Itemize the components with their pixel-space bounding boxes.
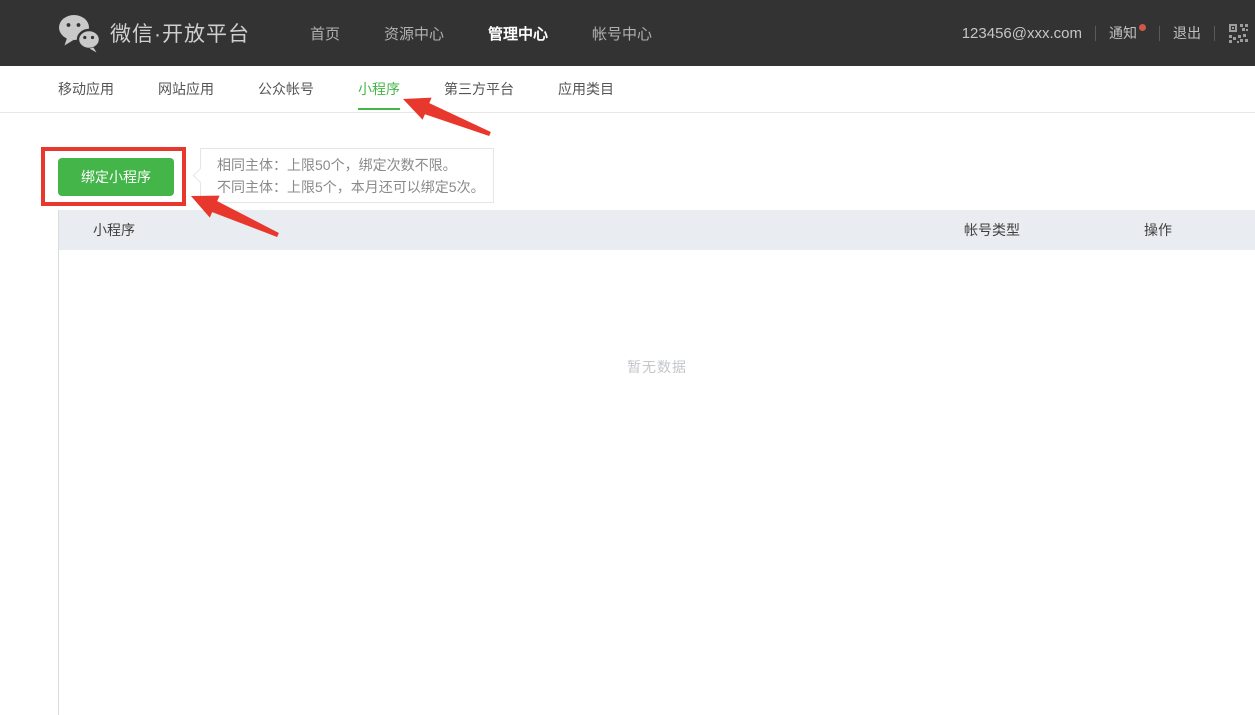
nav-resource-center[interactable]: 资源中心 [384, 23, 444, 44]
column-account-type: 帐号类型 [964, 210, 1020, 250]
bind-limit-tooltip: 相同主体：上限50个，绑定次数不限。 不同主体：上限5个，本月还可以绑定5次。 [200, 148, 494, 203]
brand-title: 微信·开放平台 [110, 18, 250, 48]
tab-third-party-platform[interactable]: 第三方平台 [444, 66, 514, 112]
nav-management-center[interactable]: 管理中心 [488, 23, 548, 44]
divider [1095, 26, 1096, 41]
logout-link[interactable]: 退出 [1173, 23, 1201, 43]
app-type-tabbar: 移动应用 网站应用 公众帐号 小程序 第三方平台 应用类目 [0, 66, 1255, 113]
top-navigation: 首页 资源中心 管理中心 帐号中心 [310, 23, 652, 44]
brand: 微信·开放平台 [58, 13, 250, 53]
tab-mobile-app[interactable]: 移动应用 [58, 66, 114, 112]
bind-miniprogram-button[interactable]: 绑定小程序 [58, 158, 174, 196]
tab-website-app[interactable]: 网站应用 [158, 66, 214, 112]
qr-code-icon[interactable] [1228, 23, 1249, 44]
notice-badge-dot [1139, 24, 1146, 31]
divider [1159, 26, 1160, 41]
top-header-bar: 微信·开放平台 首页 资源中心 管理中心 帐号中心 123456@xxx.com… [0, 0, 1255, 66]
column-miniprogram: 小程序 [93, 210, 135, 250]
wechat-logo-icon [58, 13, 100, 53]
account-area: 123456@xxx.com 通知 退出 [962, 23, 1249, 44]
empty-state-text: 暂无数据 [59, 357, 1255, 377]
miniprogram-table: 小程序 帐号类型 操作 暂无数据 [58, 210, 1255, 715]
table-body: 暂无数据 [59, 250, 1255, 377]
tab-miniprogram[interactable]: 小程序 [358, 66, 400, 112]
tab-app-category[interactable]: 应用类目 [558, 66, 614, 112]
notice-label: 通知 [1109, 25, 1137, 41]
tab-official-account[interactable]: 公众帐号 [258, 66, 314, 112]
column-actions: 操作 [1144, 210, 1172, 250]
table-header-row: 小程序 帐号类型 操作 [59, 210, 1255, 250]
notice-link[interactable]: 通知 [1109, 23, 1146, 43]
account-email: 123456@xxx.com [962, 25, 1082, 42]
nav-home[interactable]: 首页 [310, 23, 340, 44]
nav-account-center[interactable]: 帐号中心 [592, 23, 652, 44]
tooltip-line-2: 不同主体：上限5个，本月还可以绑定5次。 [217, 176, 493, 198]
divider [1214, 26, 1215, 41]
tooltip-line-1: 相同主体：上限50个，绑定次数不限。 [217, 154, 493, 176]
